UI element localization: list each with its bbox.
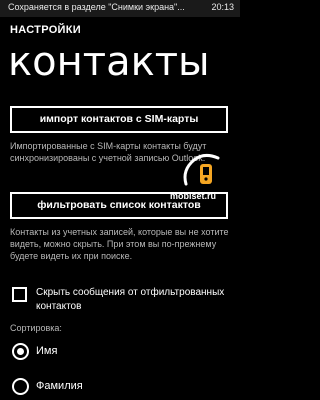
hide-messages-label[interactable]: Скрыть сообщения от отфильтрованных конт… [36, 286, 236, 314]
sort-label: Сортировка: [10, 323, 62, 333]
page-title: контакты [8, 39, 210, 85]
sort-by-surname-label[interactable]: Фамилия [36, 380, 83, 392]
watermark-logo-icon [183, 153, 220, 186]
app-title: НАСТРОЙКИ [10, 24, 81, 36]
status-message: Сохраняется в разделе "Снимки экрана"... [8, 2, 185, 12]
sort-by-name-label[interactable]: Имя [36, 345, 57, 357]
filter-description: Контакты из учетных записей, которые вы … [10, 227, 229, 261]
hide-messages-checkbox[interactable] [12, 287, 27, 302]
watermark-text: mobiset.ru [170, 191, 217, 201]
sort-by-surname-radio[interactable] [12, 378, 29, 395]
sort-by-name-radio[interactable] [12, 343, 29, 360]
status-time: 20:13 [211, 2, 234, 12]
mobiset-watermark: mobiset.ru [170, 148, 236, 212]
radio-selected-dot [17, 348, 24, 355]
status-bar: Сохраняется в разделе "Снимки экрана"...… [0, 0, 240, 17]
import-sim-contacts-button[interactable]: импорт контактов с SIM-карты [10, 106, 228, 133]
